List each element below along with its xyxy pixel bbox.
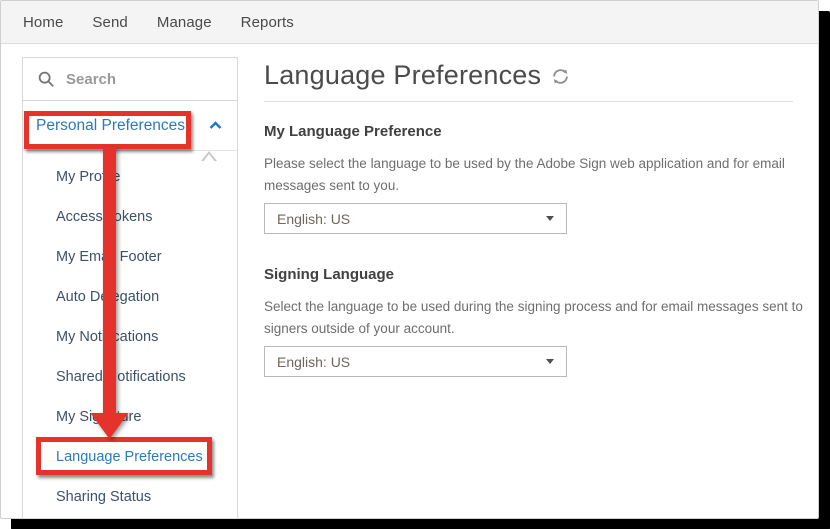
search-input[interactable]: Search [23,58,237,101]
sidebar-item-access-tokens[interactable]: Access Tokens [23,197,237,237]
section-description: Select the language to be used during th… [264,296,812,339]
nav-item-reports[interactable]: Reports [241,14,294,31]
section-my-language-preference: My Language Preference Please select the… [264,123,794,234]
select-value: English: US [277,354,546,370]
top-nav: Home Send Manage Reports [1,1,818,44]
section-description: Please select the language to be used by… [264,153,812,196]
section-caret-notch-fill [203,154,215,162]
title-divider [264,101,793,102]
settings-sidebar: Search Personal Preferences My Profile A… [22,57,238,519]
sidebar-item-my-profile[interactable]: My Profile [23,157,237,197]
section-signing-language: Signing Language Select the language to … [264,266,794,377]
sidebar-item-auto-delegation[interactable]: Auto Delegation [23,277,237,317]
chevron-up-icon[interactable] [209,121,222,130]
refresh-icon[interactable] [552,68,569,85]
page-title: Language Preferences [264,58,541,92]
sidebar-item-my-signature[interactable]: My Signature [23,397,237,437]
nav-item-home[interactable]: Home [23,14,63,31]
section-heading: My Language Preference [264,123,794,140]
sidebar-item-my-email-footer[interactable]: My Email Footer [23,237,237,277]
sidebar-item-sharing-status[interactable]: Sharing Status [23,477,237,517]
main-content: Language Preferences My Language Prefere… [264,58,794,377]
signing-language-select[interactable]: English: US [264,346,567,377]
sidebar-item-shared-notifications[interactable]: Shared Notifications [23,357,237,397]
sidebar-section-personal-preferences[interactable]: Personal Preferences [23,101,237,151]
select-value: English: US [277,211,546,227]
section-header-label: Personal Preferences [36,117,185,135]
section-heading: Signing Language [264,266,794,283]
nav-item-send[interactable]: Send [92,14,127,31]
sidebar-item-language-preferences[interactable]: Language Preferences [23,437,237,477]
search-placeholder: Search [66,71,116,88]
app-window: Home Send Manage Reports Search Personal… [0,0,819,519]
caret-down-icon [546,359,554,364]
my-language-select[interactable]: English: US [264,203,567,234]
nav-item-manage[interactable]: Manage [157,14,212,31]
search-icon [37,70,55,88]
sidebar-item-my-notifications[interactable]: My Notifications [23,317,237,357]
caret-down-icon [546,216,554,221]
sidebar-menu: My Profile Access Tokens My Email Footer… [23,151,237,517]
